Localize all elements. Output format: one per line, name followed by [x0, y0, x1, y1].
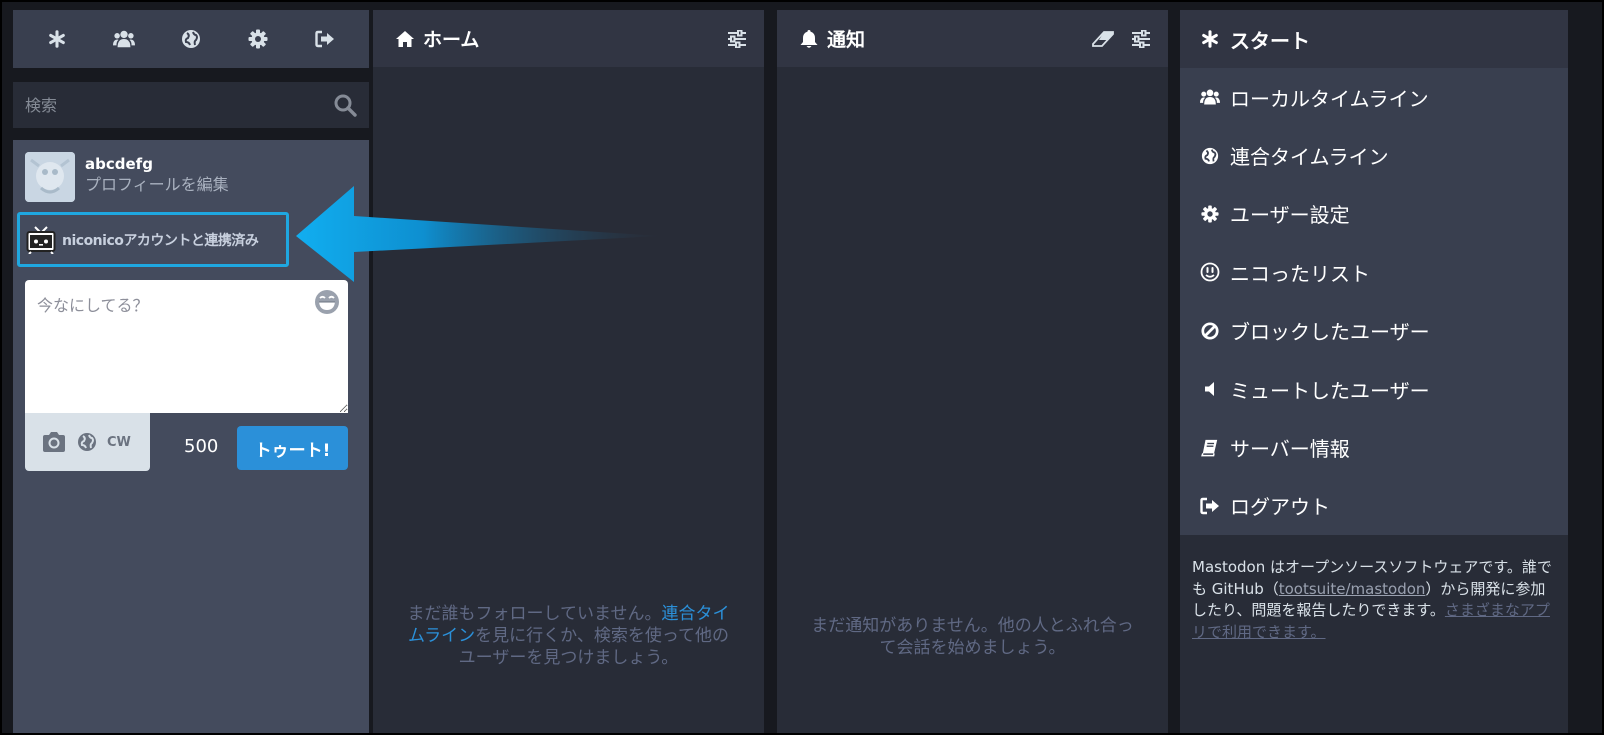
drawer-header — [13, 10, 369, 68]
camera-icon[interactable] — [41, 431, 67, 453]
niconico-linked-label: niconicoアカウントと連携済み — [62, 232, 259, 249]
nico-face-icon — [1200, 262, 1220, 282]
search-bar — [13, 82, 369, 128]
users-icon[interactable] — [112, 28, 135, 50]
globe-icon — [1200, 146, 1220, 166]
getting-started-title: スタート — [1230, 28, 1310, 53]
menu-label: ログアウト — [1230, 495, 1330, 520]
getting-started-column: スタート ローカルタイムライン 連合タイムライン ユーザー設定 ニコったリスト … — [1180, 10, 1568, 735]
home-column: ホーム まだ誰もフォローしていません。連合タイムラインを見に行くか、検索を使って… — [373, 10, 764, 735]
navigation-account: abcdefg プロフィールを編集 — [25, 152, 229, 202]
sliders-icon[interactable] — [1130, 28, 1152, 50]
menu-label: ブロックしたユーザー — [1230, 320, 1430, 345]
account-text: abcdefg プロフィールを編集 — [85, 154, 229, 202]
compose-textarea[interactable] — [25, 280, 348, 413]
privacy-globe-icon[interactable] — [77, 432, 97, 452]
drawer: abcdefg プロフィールを編集 niconicoアカウントと連携済み CW — [13, 10, 369, 735]
search-icon[interactable] — [333, 93, 357, 117]
home-empty-text-start: まだ誰もフォローしていません。 — [407, 604, 662, 624]
menu-label: 連合タイムライン — [1230, 145, 1389, 170]
notifications-empty-message: まだ通知がありません。他の人とふれ合って会話を始めましょう。 — [811, 616, 1134, 658]
account-name: abcdefg — [85, 155, 153, 173]
notifications-column-header[interactable]: 通知 — [777, 10, 1168, 67]
github-repo-link[interactable]: tootsuite/mastodon — [1279, 580, 1426, 598]
home-icon — [395, 29, 415, 49]
character-counter: 500 — [184, 436, 219, 457]
menu-label: ユーザー設定 — [1230, 203, 1350, 228]
asterisk-icon[interactable] — [46, 28, 68, 50]
bell-icon — [799, 29, 819, 49]
edit-profile-link[interactable]: プロフィールを編集 — [85, 174, 229, 196]
compose-tools: CW — [25, 413, 150, 471]
compose-textarea-wrap — [25, 280, 348, 413]
globe-icon[interactable] — [180, 28, 202, 50]
sign-out-icon[interactable] — [314, 28, 336, 50]
home-column-title: ホーム — [423, 29, 480, 51]
menu-blocked-users[interactable]: ブロックしたユーザー — [1180, 301, 1568, 360]
sign-out-icon — [1200, 496, 1220, 516]
home-empty-message: まだ誰もフォローしていません。連合タイムラインを見に行くか、検索を使って他のユー… — [401, 603, 736, 669]
home-empty-text-end: を見に行くか、検索を使って他のユーザーを見つけましょう。 — [458, 626, 729, 668]
users-icon — [1200, 87, 1220, 107]
menu-label: ローカルタイムライン — [1230, 86, 1429, 111]
menu-nico-list[interactable]: ニコったリスト — [1180, 243, 1568, 302]
menu-muted-users[interactable]: ミュートしたユーザー — [1180, 359, 1568, 419]
home-column-header[interactable]: ホーム — [373, 10, 764, 67]
ban-icon — [1200, 321, 1220, 341]
gear-icon — [1200, 204, 1220, 224]
search-input[interactable] — [25, 95, 333, 115]
volume-off-icon — [1200, 379, 1220, 399]
eraser-icon[interactable] — [1092, 28, 1114, 50]
notifications-column: 通知 まだ通知がありません。他の人とふれ合って会話を始めましょう。 — [777, 10, 1168, 735]
toot-button[interactable]: トゥート! — [237, 426, 348, 470]
book-icon — [1200, 438, 1220, 458]
menu-federated-timeline[interactable]: 連合タイムライン — [1180, 126, 1568, 185]
menu-logout[interactable]: ログアウト — [1180, 476, 1568, 536]
avatar[interactable] — [25, 152, 75, 202]
menu-label: サーバー情報 — [1230, 437, 1350, 462]
content-warning-button[interactable]: CW — [107, 435, 131, 450]
getting-started-header: スタート — [1180, 10, 1568, 68]
laughing-emoji-icon[interactable] — [314, 289, 340, 315]
menu-label: ミュートしたユーザー — [1230, 378, 1430, 403]
niconico-tv-icon — [26, 225, 56, 254]
sliders-icon[interactable] — [726, 28, 748, 50]
menu-local-timeline[interactable]: ローカルタイムライン — [1180, 68, 1568, 127]
notifications-column-title: 通知 — [827, 29, 866, 51]
getting-started-footer: Mastodon はオープンソースソフトウェアです。誰でも GitHub（too… — [1180, 535, 1568, 643]
annotation-arrow — [294, 186, 664, 282]
menu-label: ニコったリスト — [1230, 261, 1370, 286]
menu-user-settings[interactable]: ユーザー設定 — [1180, 184, 1568, 244]
niconico-linked-badge[interactable]: niconicoアカウントと連携済み — [17, 212, 289, 267]
menu-server-info[interactable]: サーバー情報 — [1180, 418, 1568, 477]
gear-icon[interactable] — [247, 28, 269, 50]
asterisk-icon — [1200, 29, 1220, 49]
